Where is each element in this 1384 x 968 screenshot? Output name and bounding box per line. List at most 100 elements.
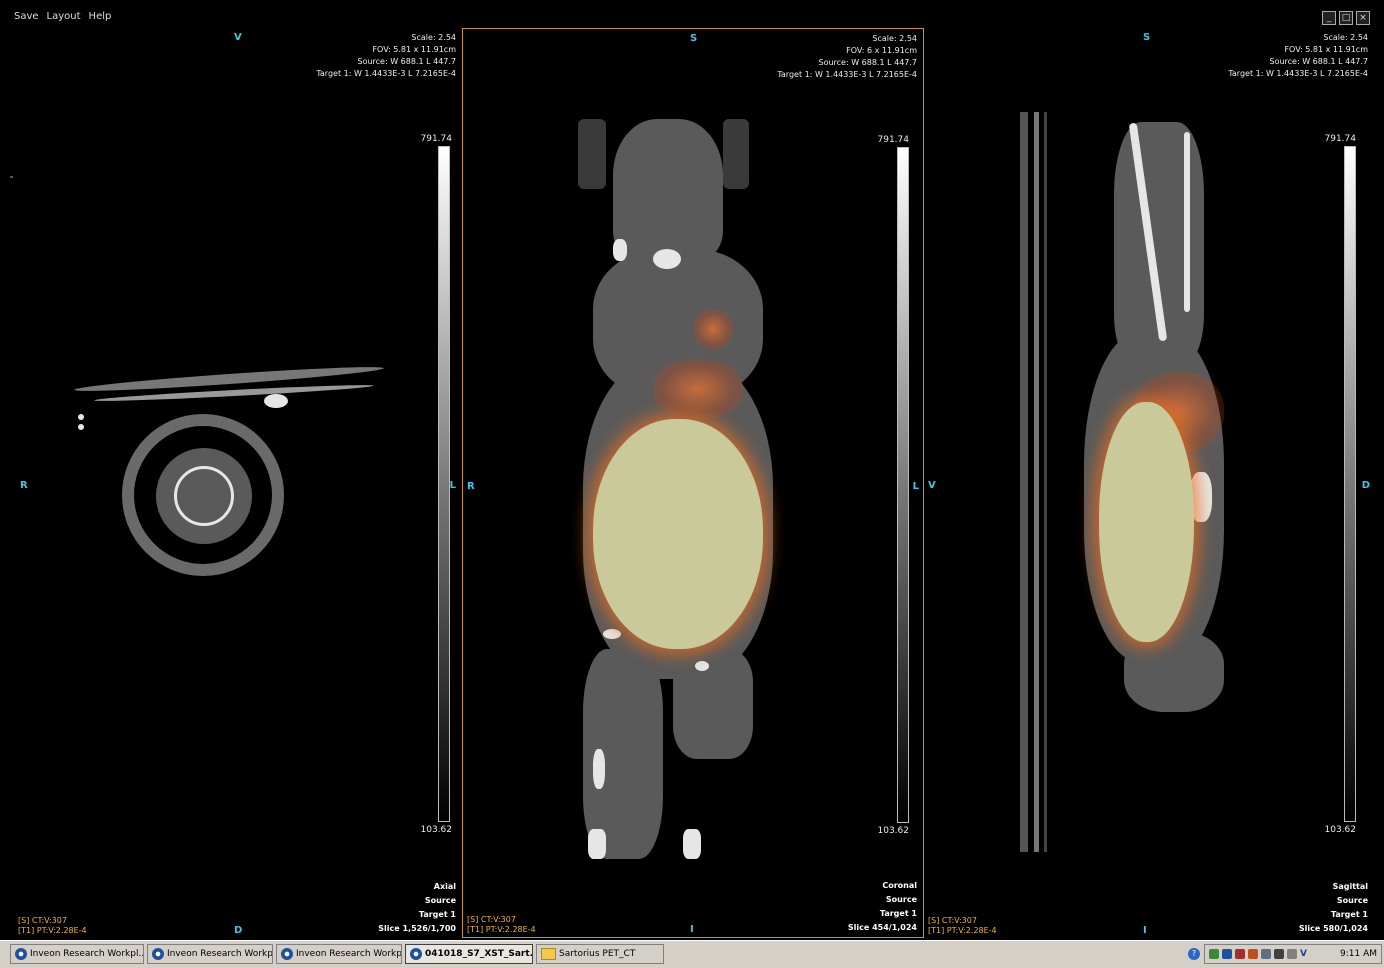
source-value: [S] CT:V:307 [928,916,977,925]
window-controls: _ □ × [1322,11,1370,25]
orient-left: R [20,480,28,491]
target-value: [T1] PT:V:2.28E-4 [928,926,997,935]
view-labels: Sagittal Source Target 1 Slice 580/1,024 [1299,880,1368,936]
orient-bottom: I [1143,925,1147,936]
target-window-text: Target 1: W 1.4433E-3 L 7.2165E-4 [316,69,456,78]
view-labels: Coronal Source Target 1 Slice 454/1,024 [848,879,917,935]
coronal-scan-image [543,109,843,859]
orient-left: R [467,481,475,492]
menu-bar: Save Layout Help [14,11,111,22]
tray-label[interactable]: V [1300,949,1307,959]
orient-bottom: I [690,924,694,935]
app-icon [152,948,164,960]
source-value: [S] CT:V:307 [467,915,516,924]
slice-label: Slice 1,526/1,700 [378,924,456,933]
source-window-text: Source: W 688.1 L 447.7 [357,57,456,66]
colorbar-max: 791.74 [420,134,453,144]
settings-icon[interactable] [1287,949,1297,959]
display-icon[interactable] [1261,949,1271,959]
sagittal-scan-image [1014,112,1244,852]
taskbar-button[interactable]: Inveon Research Workpl... [276,944,402,964]
taskbar-button-label: Inveon Research Workpl... [296,949,402,959]
source-window-text: Source: W 688.1 L 447.7 [818,58,917,67]
fov-text: FOV: 5.81 x 11.91cm [1284,45,1368,54]
orient-right: L [912,481,919,492]
target-value: [T1] PT:V:2.28E-4 [467,925,536,934]
taskbar-button[interactable]: Inveon Research Workpl... [147,944,273,964]
tray-app-icon[interactable] [1222,949,1232,959]
maximize-button[interactable]: □ [1339,11,1353,25]
volume-icon[interactable] [1274,949,1284,959]
source-value: [S] CT:V:307 [18,916,67,925]
fov-text: FOV: 6 x 11.91cm [846,46,917,55]
view-name: Axial [433,882,456,891]
left-edge-strip [0,26,14,938]
colorbar[interactable] [897,147,909,823]
source-label: Source [1336,896,1368,905]
taskbar-button-label: Inveon Research Workpl... [167,949,273,959]
view-labels: Axial Source Target 1 Slice 1,526/1,700 [378,880,456,936]
clock[interactable]: 9:11 AM [1340,949,1377,959]
colorbar-min: 103.62 [1324,825,1357,835]
colorbar-max: 791.74 [1324,134,1357,144]
menu-layout[interactable]: Layout [47,11,81,22]
fov-text: FOV: 5.81 x 11.91cm [372,45,456,54]
image-info: Scale: 2.54 FOV: 6 x 11.91cm Source: W 6… [777,33,917,81]
taskbar: Inveon Research Workpl... Inveon Researc… [0,940,1384,968]
source-window-text: Source: W 688.1 L 447.7 [1269,57,1368,66]
taskbar-button[interactable]: Sartorius PET_CT [536,944,664,964]
orient-top: S [1143,32,1151,43]
folder-icon [541,948,556,960]
colorbar-min: 103.62 [877,826,910,836]
volume-values: [S] CT:V:307 [T1] PT:V:2.28E-4 [18,916,87,936]
scale-text: Scale: 2.54 [1323,33,1368,42]
volume-values: [S] CT:V:307 [T1] PT:V:2.28E-4 [467,915,536,935]
coronal-viewport[interactable]: S I R L Scale: 2.54 FOV: 6 x 11.91cm Sou… [462,28,924,938]
source-label: Source [885,895,917,904]
orient-right: L [449,480,456,491]
orient-top: S [690,33,698,44]
help-globe-icon[interactable]: ? [1188,948,1200,960]
view-name: Sagittal [1332,882,1368,891]
source-label: Source [424,896,456,905]
target-label: Target 1 [418,910,456,919]
scale-text: Scale: 2.54 [411,33,456,42]
taskbar-button-label: Sartorius PET_CT [559,949,636,959]
menu-help[interactable]: Help [89,11,112,22]
sagittal-viewport[interactable]: S I V D Scale: 2.54 FOV: 5.81 x 11.91cm … [924,28,1374,938]
target-window-text: Target 1: W 1.4433E-3 L 7.2165E-4 [777,70,917,79]
axial-scan-image [64,348,404,576]
colorbar[interactable] [1344,146,1356,822]
security-icon[interactable] [1235,949,1245,959]
taskbar-button-label: Inveon Research Workpl... [30,949,144,959]
volume-values: [S] CT:V:307 [T1] PT:V:2.28E-4 [928,916,997,936]
colorbar[interactable] [438,146,450,822]
edge-tick [10,176,13,178]
taskbar-button-label: 041018_S7_XST_Sart... [425,949,533,959]
top-bar: Save Layout Help _ □ × [0,0,1384,26]
colorbar-min: 103.62 [420,825,453,835]
app-icon [15,948,27,960]
app-icon [281,948,293,960]
axial-viewport[interactable]: V D R L Scale: 2.54 FOV: 5.81 x 11.91cm … [14,28,462,938]
slice-label: Slice 454/1,024 [847,923,917,932]
orient-top: V [234,32,242,43]
view-name: Coronal [882,881,917,890]
menu-save[interactable]: Save [14,11,39,22]
target-window-text: Target 1: W 1.4433E-3 L 7.2165E-4 [1228,69,1368,78]
app-icon [410,948,422,960]
alert-icon[interactable] [1248,949,1258,959]
slice-label: Slice 580/1,024 [1298,924,1368,933]
target-label: Target 1 [879,909,917,918]
minimize-button[interactable]: _ [1322,11,1336,25]
target-label: Target 1 [1330,910,1368,919]
orient-right: D [1361,480,1370,491]
colorbar-max: 791.74 [877,135,910,145]
taskbar-button[interactable]: Inveon Research Workpl... [10,944,144,964]
close-button[interactable]: × [1356,11,1370,25]
image-info: Scale: 2.54 FOV: 5.81 x 11.91cm Source: … [316,32,456,80]
network-icon[interactable] [1209,949,1219,959]
system-tray: V 9:11 AM [1204,944,1382,964]
taskbar-button-active[interactable]: 041018_S7_XST_Sart... [405,944,533,964]
scale-text: Scale: 2.54 [872,34,917,43]
